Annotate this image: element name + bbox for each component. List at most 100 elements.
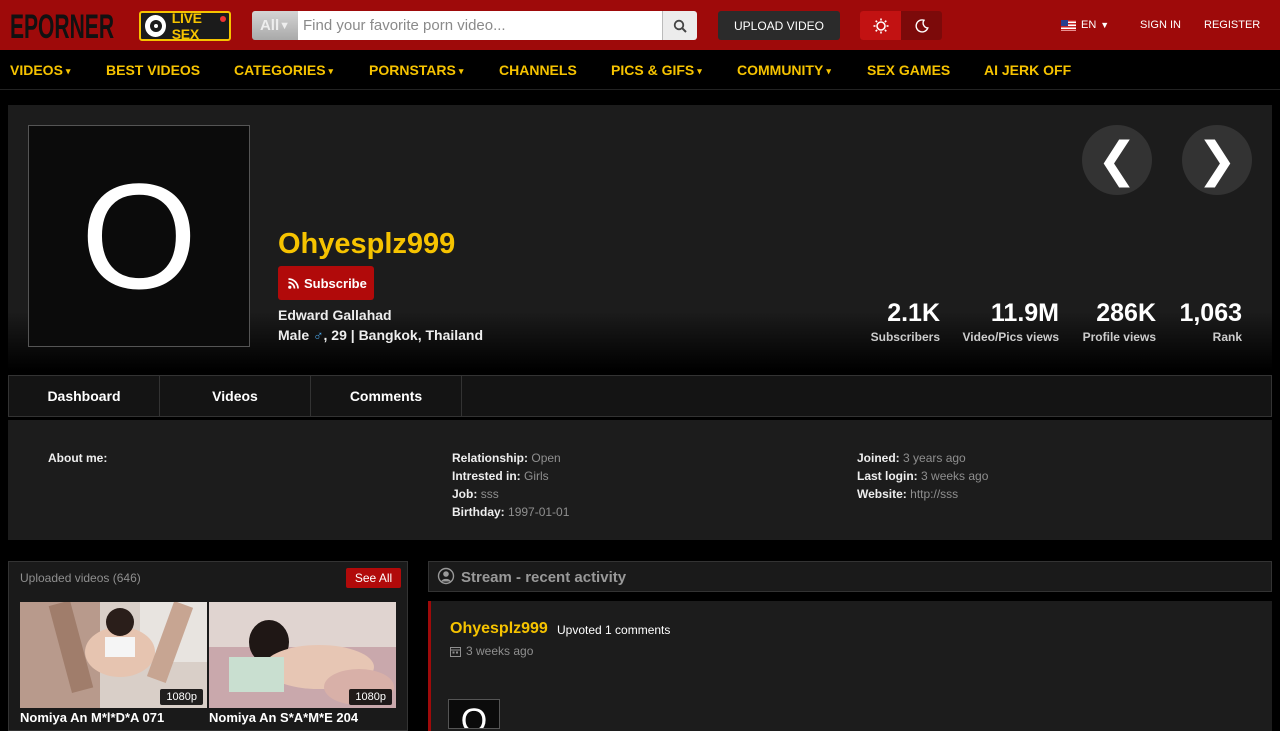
- quality-badge: 1080p: [160, 689, 203, 705]
- nav-sex-games[interactable]: SEX GAMES: [867, 62, 950, 78]
- light-mode-button[interactable]: [860, 11, 901, 40]
- live-sex-button[interactable]: LIVE SEX: [139, 10, 231, 42]
- sign-in-link[interactable]: SIGN IN: [1140, 19, 1181, 31]
- main-nav: VIDEOS ▾ BEST VIDEOS CATEGORIES ▾ PORNSTAR…: [0, 50, 1280, 90]
- about-joined: Joined: 3 years ago: [857, 451, 966, 465]
- about-interested: Intrested in: Girls: [452, 469, 549, 483]
- profile-age-location: , 29 | Bangkok, Thailand: [323, 327, 484, 343]
- stat-label: Profile views: [1082, 330, 1156, 344]
- us-flag-icon: [1061, 19, 1076, 31]
- nav-label: COMMUNITY: [737, 62, 824, 78]
- previous-profile-button[interactable]: ❮: [1082, 125, 1152, 195]
- about-relationship: Relationship: Open: [452, 451, 561, 465]
- nav-label: CATEGORIES: [234, 62, 326, 78]
- profile-real-name: Edward Gallahad: [278, 307, 392, 323]
- stat-profile-views: 286K Profile views: [1082, 299, 1156, 345]
- stat-subscribers: 2.1K Subscribers: [871, 299, 940, 345]
- about-key: Website:: [857, 487, 907, 501]
- nav-label: SEX GAMES: [867, 62, 951, 78]
- profile-header: O Ohyesplz999 Subscribe Edward Gallahad …: [8, 105, 1272, 370]
- about-key: Birthday:: [452, 505, 505, 519]
- register-link[interactable]: REGISTER: [1204, 19, 1260, 31]
- about-value: sss: [480, 487, 499, 501]
- calendar-icon: [450, 646, 461, 657]
- chevron-right-icon: ❯: [1196, 134, 1238, 187]
- uploaded-videos-title: Uploaded videos (646): [20, 571, 141, 585]
- nav-best-videos[interactable]: BEST VIDEOS: [106, 62, 200, 78]
- tab-comments[interactable]: Comments: [311, 376, 462, 416]
- tab-videos[interactable]: Videos: [160, 376, 311, 416]
- user-circle-icon: [437, 567, 455, 585]
- male-icon: ♂: [313, 327, 324, 343]
- profile-username: Ohyesplz999: [278, 228, 456, 260]
- tab-dashboard[interactable]: Dashboard: [9, 376, 160, 416]
- about-key: Intrested in:: [452, 469, 521, 483]
- activity-avatar[interactable]: O: [448, 699, 500, 729]
- video-thumbnail[interactable]: 1080p: [20, 602, 207, 708]
- activity-time-text: 3 weeks ago: [466, 644, 534, 658]
- website-link[interactable]: http://sss: [910, 487, 958, 501]
- language-label: EN: [1081, 19, 1097, 31]
- video-thumbnail[interactable]: 1080p: [209, 602, 396, 708]
- caret-down-icon: ▼: [279, 19, 291, 32]
- stream-title: Stream - recent activity: [461, 569, 627, 586]
- stat-value: 286K: [1096, 299, 1156, 327]
- about-value: 1997-01-01: [508, 505, 570, 519]
- nav-pornstars[interactable]: PORNSTARS ▾: [369, 62, 463, 78]
- search-button[interactable]: [662, 11, 697, 40]
- search-icon: [673, 19, 687, 33]
- nav-channels[interactable]: CHANNELS: [499, 62, 577, 78]
- search-input[interactable]: [298, 11, 662, 40]
- search-category-select[interactable]: All ▼: [252, 11, 298, 40]
- about-website: Website: http://sss: [857, 487, 958, 501]
- stat-label: Rank: [1212, 330, 1242, 344]
- stat-rank: 1,063 Rank: [1179, 299, 1242, 345]
- profile-gender: Male: [278, 327, 310, 343]
- profile-tabs: Dashboard Videos Comments: [8, 375, 1272, 417]
- next-profile-button[interactable]: ❯: [1182, 125, 1252, 195]
- stat-label: Video/Pics views: [962, 330, 1060, 344]
- about-section: About me: Relationship: Open Intrested i…: [8, 420, 1272, 540]
- live-sex-label: LIVE SEX: [171, 10, 202, 42]
- about-key: Job:: [452, 487, 478, 501]
- stream-header: Stream - recent activity: [428, 561, 1272, 592]
- nav-categories[interactable]: CATEGORIES ▾: [234, 62, 333, 78]
- rss-icon: [288, 277, 299, 289]
- nav-videos[interactable]: VIDEOS ▾: [10, 62, 70, 78]
- dark-mode-button[interactable]: [901, 11, 942, 40]
- about-value: Girls: [524, 469, 549, 483]
- video-title[interactable]: Nomiya An M*l*D*A 071: [20, 710, 207, 725]
- stat-views: 11.9M Video/Pics views: [962, 299, 1060, 345]
- activity-action: Upvoted 1 comments: [557, 623, 671, 637]
- top-header: EPORNER LIVE SEX All▼ UPLOAD VIDEO EN ▼ …: [0, 0, 1280, 50]
- about-me-label: About me:: [48, 451, 108, 465]
- quality-badge: 1080p: [349, 689, 392, 705]
- about-value: 3 years ago: [903, 451, 966, 465]
- nav-ai-jerk-off[interactable]: AI JERK OFF: [984, 62, 1071, 78]
- activity-avatar-letter: O: [460, 702, 488, 729]
- video-title[interactable]: Nomiya An S*A*M*E 204: [209, 710, 396, 725]
- caret-down-icon: ▼: [1100, 20, 1110, 30]
- stat-value: 11.9M: [990, 299, 1059, 327]
- nav-community[interactable]: COMMUNITY ▾: [737, 62, 831, 78]
- stat-value: 2.1K: [887, 299, 940, 327]
- activity-user-link[interactable]: Ohyesplz999: [450, 620, 548, 638]
- language-selector[interactable]: EN ▼: [1061, 19, 1109, 31]
- about-key: Last login:: [857, 469, 918, 483]
- stat-value: 1,063: [1179, 299, 1242, 327]
- avatar: O: [28, 125, 250, 347]
- about-value: Open: [531, 451, 561, 465]
- webcam-icon: [145, 15, 166, 37]
- about-key: Relationship:: [452, 451, 529, 465]
- subscribe-button[interactable]: Subscribe: [278, 266, 374, 300]
- see-all-button[interactable]: See All: [346, 568, 401, 588]
- chevron-left-icon: ❮: [1096, 134, 1138, 187]
- caret-down-icon: ▾: [826, 66, 831, 76]
- theme-toggle: [860, 11, 942, 40]
- upload-video-button[interactable]: UPLOAD VIDEO: [718, 11, 840, 40]
- nav-pics-gifs[interactable]: PICS & GIFS ▾: [611, 62, 702, 78]
- about-last-login: Last login: 3 weeks ago: [857, 469, 988, 483]
- moon-icon: [915, 18, 929, 33]
- site-logo[interactable]: EPORNER: [10, 7, 116, 43]
- search-bar: All ▼: [252, 11, 697, 40]
